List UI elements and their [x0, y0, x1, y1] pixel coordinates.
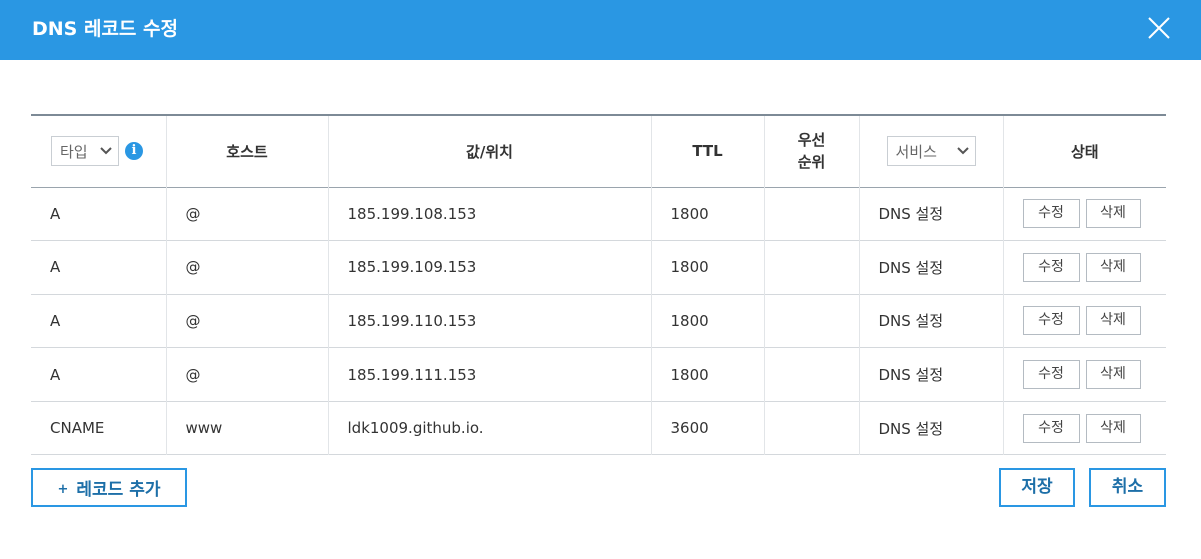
edit-button[interactable]: 수정: [1022, 413, 1080, 443]
service-select-label: 서비스: [895, 142, 937, 161]
type-select-label: 타입: [60, 142, 88, 161]
cancel-button[interactable]: 취소: [1089, 468, 1166, 507]
host-header: 호스트: [165, 115, 328, 187]
service-select[interactable]: 서비스: [886, 136, 976, 167]
dialog-header: DNS 레코드 수정: [0, 0, 1201, 60]
status-header: 상태: [1002, 115, 1166, 187]
record-priority: [763, 187, 859, 241]
record-service: DNS 설정: [858, 294, 1003, 348]
record-ttl: 1800: [650, 240, 764, 295]
table-row: A @ 185.199.110.153 1800 DNS 설정 수정 삭제: [31, 294, 1166, 348]
service-header: 서비스: [858, 115, 1003, 187]
delete-button[interactable]: 삭제: [1085, 413, 1141, 443]
record-priority: [763, 401, 859, 455]
edit-button[interactable]: 수정: [1022, 360, 1080, 390]
record-ttl: 1800: [650, 294, 764, 348]
delete-button[interactable]: 삭제: [1085, 199, 1141, 229]
type-header: 타입 i: [31, 115, 166, 187]
add-record-button[interactable]: + 레코드 추가: [31, 468, 187, 507]
record-ttl: 3600: [650, 401, 764, 455]
delete-button[interactable]: 삭제: [1085, 306, 1141, 336]
record-value: 185.199.110.153: [327, 294, 651, 348]
table-row: A @ 185.199.109.153 1800 DNS 설정 수정 삭제: [31, 240, 1166, 295]
record-priority: [763, 240, 859, 295]
record-actions: 수정 삭제: [1002, 347, 1166, 402]
table-row: A @ 185.199.108.153 1800 DNS 설정 수정 삭제: [31, 187, 1166, 241]
edit-button[interactable]: 수정: [1022, 199, 1080, 229]
record-actions: 수정 삭제: [1002, 240, 1166, 295]
priority-header-line1: 우선: [797, 131, 826, 150]
record-type: A: [50, 311, 61, 330]
record-service: DNS 설정: [858, 347, 1003, 402]
record-host: @: [165, 187, 328, 241]
record-actions: 수정 삭제: [1002, 187, 1166, 241]
type-select[interactable]: 타입: [51, 136, 119, 167]
record-type: CNAME: [50, 419, 105, 438]
edit-button[interactable]: 수정: [1022, 252, 1080, 282]
save-button[interactable]: 저장: [999, 468, 1075, 507]
record-host: @: [165, 240, 328, 295]
record-type: A: [50, 258, 61, 277]
value-header: 값/위치: [327, 115, 651, 187]
close-icon: [1148, 17, 1170, 39]
info-icon[interactable]: i: [125, 142, 143, 161]
record-ttl: 1800: [650, 347, 764, 402]
ttl-header: TTL: [650, 115, 764, 187]
record-value: 185.199.108.153: [327, 187, 651, 241]
close-button[interactable]: [1146, 15, 1172, 41]
record-actions: 수정 삭제: [1002, 294, 1166, 348]
record-ttl: 1800: [650, 187, 764, 241]
delete-button[interactable]: 삭제: [1085, 252, 1141, 282]
record-type: A: [50, 204, 61, 223]
record-value: 185.199.109.153: [327, 240, 651, 295]
chevron-down-icon: [956, 147, 969, 155]
record-service: DNS 설정: [858, 401, 1003, 455]
plus-icon: +: [57, 481, 69, 497]
record-host: www: [165, 401, 328, 455]
dns-record-table-wrapper: 타입 i 호스트 값/위치 TTL 우선 순위 서비스 상태 A @ 185.1…: [31, 114, 1166, 455]
delete-button[interactable]: 삭제: [1085, 360, 1141, 390]
add-record-label: 레코드 추가: [76, 480, 161, 500]
record-host: @: [165, 294, 328, 348]
record-priority: [763, 347, 859, 402]
chevron-down-icon: [100, 147, 112, 155]
dns-record-table: 타입 i 호스트 값/위치 TTL 우선 순위 서비스 상태 A @ 185.1…: [31, 114, 1166, 455]
table-header-row: 타입 i 호스트 값/위치 TTL 우선 순위 서비스 상태: [31, 115, 1166, 187]
priority-header: 우선 순위: [763, 115, 859, 187]
record-value: ldk1009.github.io.: [327, 401, 651, 455]
record-value: 185.199.111.153: [327, 347, 651, 402]
record-service: DNS 설정: [858, 240, 1003, 295]
priority-header-line2: 순위: [797, 153, 826, 172]
edit-button[interactable]: 수정: [1022, 306, 1080, 336]
record-actions: 수정 삭제: [1002, 401, 1166, 455]
table-row: CNAME www ldk1009.github.io. 3600 DNS 설정…: [31, 401, 1166, 455]
record-type: A: [50, 365, 61, 384]
dialog-title: DNS 레코드 수정: [32, 18, 178, 40]
record-priority: [763, 294, 859, 348]
table-row: A @ 185.199.111.153 1800 DNS 설정 수정 삭제: [31, 347, 1166, 402]
record-host: @: [165, 347, 328, 402]
record-service: DNS 설정: [858, 187, 1003, 241]
